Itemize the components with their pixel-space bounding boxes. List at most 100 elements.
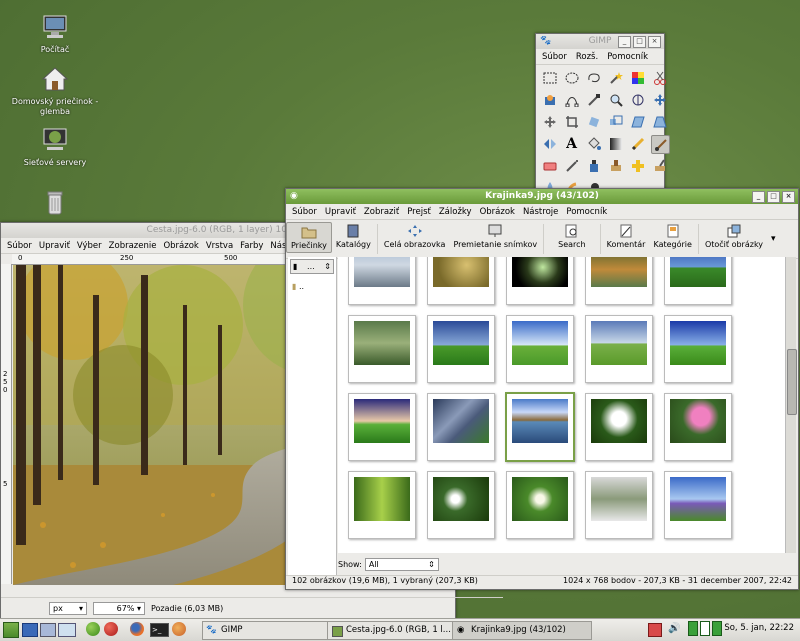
heal-tool-icon[interactable] [629,157,646,174]
thumbnail[interactable] [427,315,495,383]
file-manager-icon[interactable] [40,623,56,637]
main-menu-icon[interactable] [3,622,19,638]
battery-icon[interactable] [688,621,722,636]
eraser-tool-icon[interactable] [541,157,558,174]
thumbnail[interactable] [664,315,732,383]
airbrush-tool-icon[interactable] [563,157,580,174]
thumbnail-scrollbar[interactable] [785,257,797,553]
menu-zobrazit[interactable]: Zobraziť [364,207,399,217]
toolbox-titlebar[interactable]: 🐾 GIMP _ □ × [536,34,664,49]
menu-zobrazenie[interactable]: Zobrazenie [109,241,157,251]
perspective-clone-tool-icon[interactable] [651,157,668,174]
fullscreen-button[interactable]: Celá obrazovka [380,222,450,251]
catalogs-button[interactable]: Katalógy [332,222,375,251]
comment-button[interactable]: Komentár [603,222,650,251]
maximize-button[interactable]: □ [633,36,646,48]
menu-nastroje[interactable]: Nástroje [523,207,558,217]
terminal-icon[interactable]: >_ [150,623,169,637]
menu-zalozky[interactable]: Záložky [439,207,472,217]
thumbnail[interactable] [585,393,653,461]
desktop-icon-home[interactable]: Domovský priečinok - glemba [10,66,100,117]
minimize-button[interactable]: _ [752,191,765,203]
network-tray-icon[interactable] [648,623,662,637]
menu-prejst[interactable]: Prejsť [407,207,431,217]
thumbnail[interactable] [664,257,732,305]
menu-vyber[interactable]: Výber [77,241,102,251]
close-button[interactable]: × [782,191,795,203]
rect-select-tool-icon[interactable] [541,69,558,86]
thumbnail[interactable] [427,471,495,539]
shear-tool-icon[interactable] [629,113,646,130]
text-tool-icon[interactable]: A [563,135,580,152]
network-launcher-icon[interactable] [58,623,76,637]
clock[interactable]: So, 5. jan, 22:22 [724,623,794,633]
rotate-images-button[interactable]: Otočiť obrázky [701,222,767,251]
desktop-icon-computer[interactable]: Počítač [10,14,100,55]
thumbnail[interactable] [348,393,416,461]
thumbnail[interactable] [585,315,653,383]
scissors-tool-icon[interactable] [651,69,668,86]
maximize-button[interactable]: □ [767,191,780,203]
viewer-titlebar[interactable]: ◉ Krajinka9.jpg (43/102) _ □ × [286,189,798,204]
folder-list-item[interactable]: ▮ .. [288,276,336,297]
task-image-window[interactable]: Cesta.jpg-6.0 (RGB, 1 l... [327,621,467,640]
show-desktop-icon[interactable] [22,623,38,637]
pencil-tool-icon[interactable] [629,135,646,152]
thumbnail[interactable] [348,315,416,383]
color-picker-tool-icon[interactable] [585,91,602,108]
color-select-tool-icon[interactable] [629,69,646,86]
measure-tool-icon[interactable] [629,91,646,108]
crop-tool-icon[interactable] [563,113,580,130]
paths-tool-icon[interactable] [563,91,580,108]
menu-vrstva[interactable]: Vrstva [206,241,233,251]
unit-select[interactable]: px ▾ [49,601,87,615]
thumbnail[interactable] [427,393,495,461]
help-icon[interactable] [172,622,186,636]
move-tool-icon[interactable] [651,91,668,108]
menu-subor[interactable]: Súbor [542,52,567,62]
flip-tool-icon[interactable] [541,135,558,152]
apple-red-icon[interactable] [104,622,118,636]
thumbnail[interactable] [585,257,653,305]
thumbnail[interactable] [427,257,495,305]
menu-rozs[interactable]: Rozš. [576,52,598,62]
scale-tool-icon[interactable] [607,113,624,130]
scrollbar-thumb[interactable] [787,349,797,415]
minimize-button[interactable]: _ [618,36,631,48]
menu-pomocnik[interactable]: Pomocník [607,52,648,62]
close-button[interactable]: × [648,36,661,48]
thumbnail[interactable] [585,471,653,539]
thumbnail[interactable] [506,315,574,383]
bucket-fill-tool-icon[interactable] [585,135,602,152]
search-button[interactable]: Search [546,222,597,251]
menu-obrazok[interactable]: Obrázok [480,207,515,217]
zoom-tool-icon[interactable] [607,91,624,108]
show-select[interactable]: All ⇕ [364,557,439,571]
fuzzy-select-tool-icon[interactable] [607,69,624,86]
toolbar-overflow-icon[interactable]: ▾ [771,234,776,244]
menu-farby[interactable]: Farby [240,241,263,251]
menu-upravit[interactable]: Upraviť [325,207,356,217]
desktop-icon-network[interactable]: Sieťové servery [10,127,100,168]
ellipse-select-tool-icon[interactable] [563,69,580,86]
thumbnail[interactable] [664,471,732,539]
menu-subor[interactable]: Súbor [7,241,32,251]
blend-tool-icon[interactable] [607,135,624,152]
align-tool-icon[interactable] [541,113,558,130]
ink-tool-icon[interactable] [585,157,602,174]
thumbnail[interactable] [664,393,732,461]
perspective-tool-icon[interactable] [651,113,668,130]
firefox-icon[interactable] [130,622,144,636]
thumbnail[interactable] [348,257,416,305]
apple-green-icon[interactable] [86,622,100,636]
folder-combo[interactable]: ▮... ⇕ [290,259,334,274]
task-viewer[interactable]: ◉ Krajinka9.jpg (43/102) [452,621,592,640]
menu-pomocnik[interactable]: Pomocník [566,207,607,217]
foreground-select-tool-icon[interactable] [541,91,558,108]
thumbnail[interactable] [348,471,416,539]
slideshow-button[interactable]: Premietanie snímkov [449,222,541,251]
rotate-tool-icon[interactable] [585,113,602,130]
menu-subor[interactable]: Súbor [292,207,317,217]
folders-button[interactable]: Priečinky [286,222,332,253]
categories-button[interactable]: Kategórie [649,222,695,251]
